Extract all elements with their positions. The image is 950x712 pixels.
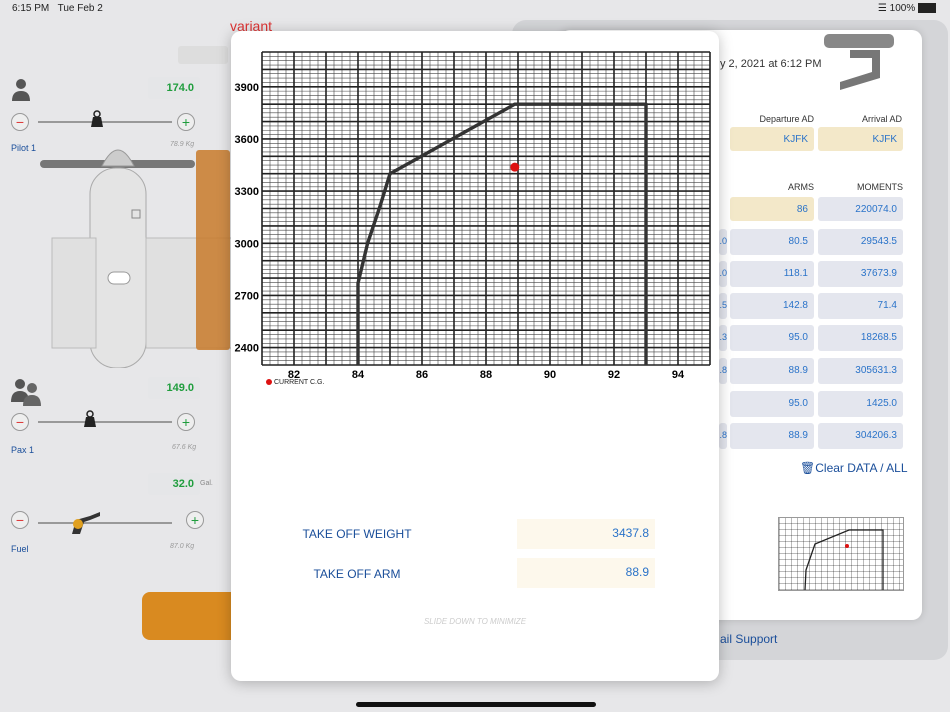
y-tick-label: 2700 bbox=[235, 290, 259, 302]
fuel-unit: Gal. bbox=[200, 480, 213, 487]
battery-indicator: ☰ 100% bbox=[878, 3, 936, 14]
fuel-increase-button[interactable]: + bbox=[186, 511, 204, 529]
departure-value[interactable]: KJFK bbox=[730, 127, 814, 151]
status-bar: 6:15 PM Tue Feb 2 ☰ 100% bbox=[0, 0, 950, 18]
arms-header: ARMS bbox=[787, 182, 814, 192]
pilot-decrease-button[interactable]: − bbox=[11, 113, 29, 131]
x-tick-label: 90 bbox=[544, 369, 556, 381]
cg-legend: CURRENT C.G. bbox=[266, 379, 324, 386]
edge-cell-0: .0 bbox=[719, 229, 727, 255]
x-tick-label: 84 bbox=[352, 369, 365, 381]
arm-cell-5: 88.9 bbox=[730, 358, 814, 384]
moment-cell-1: 29543.5 bbox=[818, 229, 903, 255]
arm-cell-4: 95.0 bbox=[730, 325, 814, 351]
home-indicator[interactable] bbox=[356, 702, 596, 707]
y-tick-label: 2400 bbox=[235, 343, 259, 355]
aircraft-wing-tip bbox=[142, 592, 232, 640]
pilot-increase-button[interactable]: + bbox=[177, 113, 195, 131]
wifi-icon: ☰ bbox=[877, 3, 887, 14]
arrival-header: Arrival AD bbox=[861, 114, 902, 124]
takeoff-arm-label: TAKE OFF ARM bbox=[313, 567, 401, 581]
pax-people-icon bbox=[11, 378, 43, 406]
arm-cell-0[interactable]: 86 bbox=[730, 197, 814, 221]
departure-header: Departure AD bbox=[759, 114, 814, 124]
edge-cell-2: .5 bbox=[719, 293, 727, 319]
fuel-nozzle-icon[interactable] bbox=[68, 508, 102, 536]
moment-cell-3: 71.4 bbox=[818, 293, 903, 319]
pax-label: Pax 1 bbox=[11, 445, 35, 455]
edge-cell-1: .0 bbox=[719, 261, 727, 287]
moment-cell-5: 305631.3 bbox=[818, 358, 903, 384]
arm-cell-6: 95.0 bbox=[730, 391, 814, 417]
trash-icon: 🗑 bbox=[800, 461, 816, 475]
pilot-weight-value[interactable]: 174.0 bbox=[148, 77, 200, 99]
status-time: 6:15 PM Tue Feb 2 bbox=[12, 3, 103, 14]
arm-cell-3: 142.8 bbox=[730, 293, 814, 319]
fuel-gallons-value[interactable]: 32.0 bbox=[148, 473, 200, 495]
y-tick-label: 3300 bbox=[235, 186, 259, 198]
x-tick-label: 88 bbox=[480, 369, 492, 381]
y-tick-label: 3000 bbox=[235, 238, 259, 250]
cg-envelope-chart: 82 84 86 88 90 92 94240027003000330036003900 bbox=[235, 51, 711, 381]
y-tick-label: 3900 bbox=[235, 82, 259, 94]
pax-slider-track[interactable] bbox=[38, 421, 172, 423]
takeoff-arm-value: 88.9 bbox=[517, 558, 655, 588]
x-tick-label: 94 bbox=[672, 369, 685, 381]
fuel-decrease-button[interactable]: − bbox=[11, 511, 29, 529]
pilot-slider-weight-icon[interactable] bbox=[88, 110, 106, 128]
moment-cell-7: 304206.3 bbox=[818, 423, 903, 449]
moment-cell-4: 18268.5 bbox=[818, 325, 903, 351]
moments-header: MOMENTS bbox=[857, 182, 903, 192]
x-tick-label: 86 bbox=[416, 369, 428, 381]
takeoff-weight-label: TAKE OFF WEIGHT bbox=[302, 527, 412, 541]
minimize-hint[interactable]: SLIDE DOWN TO MINIMIZE bbox=[231, 617, 719, 626]
grid-major bbox=[261, 51, 711, 366]
legend-red-dot-icon bbox=[266, 379, 272, 386]
pilot-label: Pilot 1 bbox=[11, 143, 37, 153]
pax-decrease-button[interactable]: − bbox=[11, 413, 29, 431]
moment-cell-6: 1425.0 bbox=[818, 391, 903, 417]
aircraft-side-strip bbox=[196, 150, 230, 350]
clip-icon bbox=[820, 28, 900, 92]
takeoff-weight-value: 3437.8 bbox=[517, 519, 655, 549]
mini-chart-thumbnail[interactable] bbox=[778, 517, 904, 591]
fuel-slider-track[interactable] bbox=[38, 522, 172, 524]
fuel-label: Fuel bbox=[11, 544, 29, 554]
pax-slider-weight-icon[interactable] bbox=[81, 410, 99, 428]
battery-icon bbox=[918, 3, 936, 14]
pax-increase-button[interactable]: + bbox=[177, 413, 195, 431]
arm-cell-7: 88.9 bbox=[730, 423, 814, 449]
pax-weight-value[interactable]: 149.0 bbox=[148, 377, 200, 399]
x-tick-label: 92 bbox=[608, 369, 620, 381]
email-support-link[interactable]: ail Support bbox=[720, 632, 777, 646]
arm-cell-2: 118.1 bbox=[730, 261, 814, 287]
edge-cell-3: .3 bbox=[719, 325, 727, 351]
arrival-value[interactable]: KJFK bbox=[818, 127, 903, 151]
pax-kg: 67.6 Kg bbox=[172, 444, 197, 451]
current-cg-point bbox=[510, 162, 520, 172]
fuel-kg: 87.0 Kg bbox=[170, 543, 195, 550]
clear-data-button[interactable]: 🗑Clear DATA / ALL bbox=[800, 461, 908, 475]
report-date: y 2, 2021 at 6:12 PM bbox=[720, 58, 822, 70]
edge-cell-4: .8 bbox=[719, 358, 727, 384]
arm-cell-1: 80.5 bbox=[730, 229, 814, 255]
y-tick-label: 3600 bbox=[235, 134, 259, 146]
pilot-person-icon bbox=[11, 78, 31, 102]
moment-cell-2: 37673.9 bbox=[818, 261, 903, 287]
header-bar bbox=[178, 46, 228, 64]
edge-cell-5: .8 bbox=[719, 423, 727, 449]
moment-cell-0: 220074.0 bbox=[818, 197, 903, 221]
